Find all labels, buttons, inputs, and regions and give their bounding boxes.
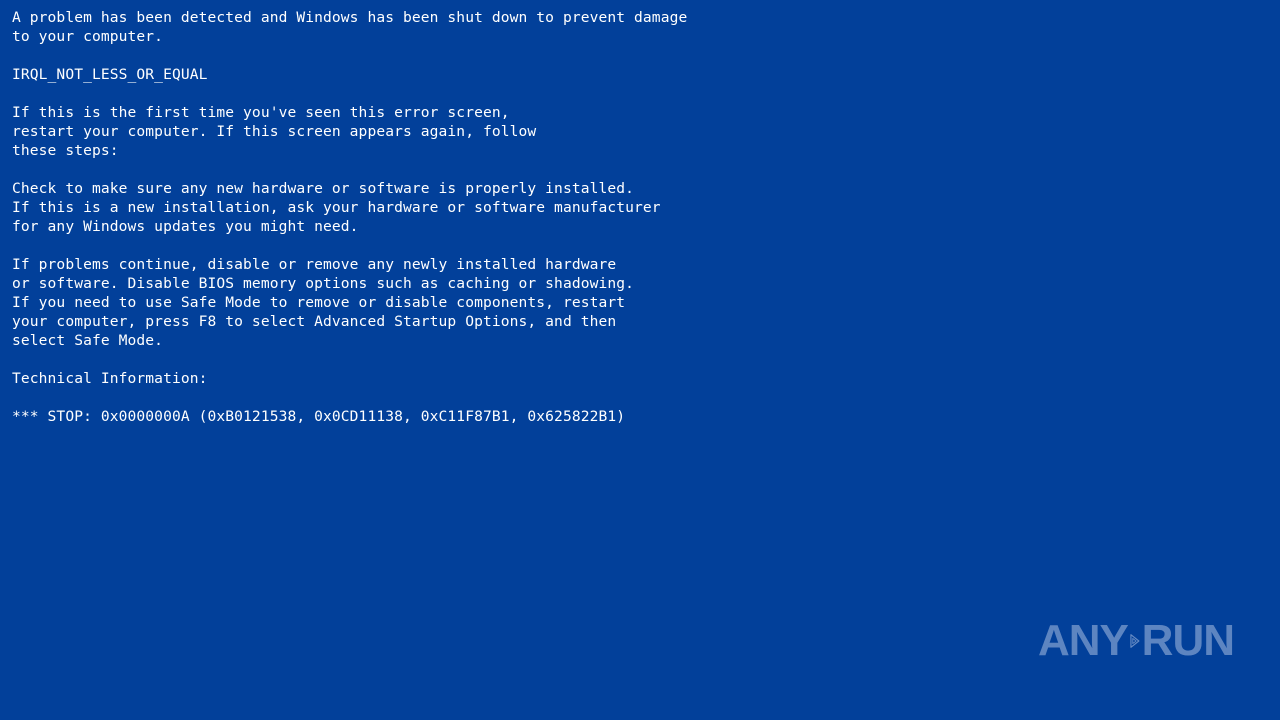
bsod-screen: A problem has been detected and Windows … [0, 0, 1280, 720]
intro-line-2: to your computer. [12, 28, 164, 45]
technical-heading: Technical Information: [12, 370, 208, 387]
bsod-message: A problem has been detected and Windows … [12, 8, 687, 426]
watermark-left-text: ANY [1038, 616, 1129, 665]
problems-line-5: select Safe Mode. [12, 332, 164, 349]
check-line-1: Check to make sure any new hardware or s… [12, 180, 635, 197]
problems-line-4: your computer, press F8 to select Advanc… [12, 313, 617, 330]
first-time-line-1: If this is the first time you've seen th… [12, 104, 510, 121]
problems-line-1: If problems continue, disable or remove … [12, 256, 617, 273]
stop-code-line: *** STOP: 0x0000000A (0xB0121538, 0x0CD1… [12, 408, 626, 425]
watermark-right-text: RUN [1141, 616, 1235, 665]
first-time-line-3: these steps: [12, 142, 119, 159]
problems-line-3: If you need to use Safe Mode to remove o… [12, 294, 626, 311]
play-triangle-icon [1130, 634, 1140, 648]
check-line-3: for any Windows updates you might need. [12, 218, 359, 235]
problems-line-2: or software. Disable BIOS memory options… [12, 275, 635, 292]
check-line-2: If this is a new installation, ask your … [12, 199, 661, 216]
anyrun-watermark: ANY RUN [1038, 608, 1235, 674]
error-code: IRQL_NOT_LESS_OR_EQUAL [12, 66, 208, 83]
first-time-line-2: restart your computer. If this screen ap… [12, 123, 537, 140]
intro-line-1: A problem has been detected and Windows … [12, 9, 688, 26]
